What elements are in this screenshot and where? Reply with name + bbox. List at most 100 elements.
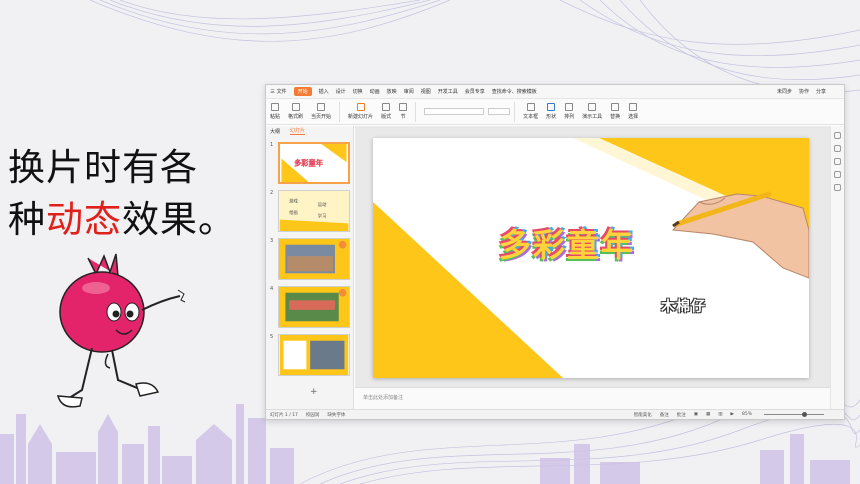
thumbnail-preview: 多彩童年 [281, 144, 347, 182]
missing-font-button[interactable]: 缺失字体 [327, 412, 345, 418]
tab-slides[interactable]: 幻灯片 [290, 127, 306, 135]
comments-toggle[interactable]: 批注 [677, 412, 686, 418]
slide-thumbnail-1[interactable]: 多彩童年 [278, 142, 350, 184]
reading-view-icon[interactable]: ▥ [718, 412, 722, 417]
slide-title-text[interactable]: 多彩童年 [499, 220, 635, 266]
panel-tabs: 大纲 幻灯片 [266, 126, 353, 136]
menu-tab-transitions[interactable]: 切换 [353, 88, 363, 95]
select-label: 选择 [628, 114, 639, 120]
slide-thumbnail-2[interactable]: 游戏 运动 绘画 学习 [278, 190, 350, 232]
text-box-icon [526, 103, 535, 111]
tab-outline[interactable]: 大纲 [270, 128, 280, 135]
zoom-slider-handle[interactable] [802, 412, 807, 417]
slide-editing-canvas: 多彩童年 木棉仔 [355, 126, 830, 387]
menu-bar: 三 文件 开始 插入 设计 切换 动画 放映 审阅 视图 开发工具 会员专享 查… [266, 85, 844, 99]
help-icon[interactable] [834, 171, 841, 178]
slide-thumbnail-3[interactable] [278, 238, 350, 280]
arrange-button[interactable]: 排列 [564, 103, 574, 120]
settings-icon[interactable] [834, 184, 841, 191]
presentation-app-window: 三 文件 开始 插入 设计 切换 动画 放映 审阅 视图 开发工具 会员专享 查… [265, 84, 845, 420]
menu-right-group: 未同步 协作 分享 [777, 88, 833, 95]
smart-beautify-button[interactable]: 智能美化 [634, 412, 652, 418]
menu-tab-member[interactable]: 会员专享 [465, 88, 485, 95]
menu-tab-slideshow[interactable]: 放映 [387, 88, 397, 95]
normal-view-icon[interactable]: ▣ [694, 412, 698, 417]
beautify-icon[interactable] [834, 158, 841, 165]
play-slideshow-icon[interactable]: ▶ [731, 412, 734, 417]
pomegranate-mascot-illustration [56, 253, 186, 408]
slide-number: 3 [270, 238, 274, 244]
ribbon-separator [339, 101, 341, 122]
menu-tab-home[interactable]: 开始 [293, 87, 312, 96]
thumb2-text: 游戏 [289, 197, 298, 204]
slide-number: 2 [270, 190, 274, 196]
paste-label: 粘贴 [270, 114, 281, 120]
shape-button[interactable]: 形状 [546, 103, 556, 120]
brush-icon [291, 103, 300, 111]
menu-tab-animation[interactable]: 动画 [370, 88, 380, 95]
zoom-level[interactable]: 85% [742, 412, 752, 417]
slide-number: 1 [270, 142, 274, 148]
play-icon [317, 103, 326, 111]
tools-label: 演示工具 [582, 114, 603, 120]
search-commands[interactable]: 查找命令、搜索模板 [492, 88, 537, 95]
menu-tab-review[interactable]: 审阅 [404, 88, 414, 95]
font-size-dropdown[interactable] [488, 108, 511, 115]
text-box-button[interactable]: 文本框 [523, 103, 538, 120]
caption-text: 种 [8, 198, 46, 241]
thumb2-text: 学习 [318, 213, 327, 220]
replace-label: 替换 [610, 114, 621, 120]
animation-pane-icon[interactable] [834, 145, 841, 152]
replace-button[interactable]: 替换 [610, 103, 620, 120]
font-name-dropdown[interactable] [424, 108, 485, 115]
section-button[interactable]: 节 [399, 103, 408, 120]
notes-toggle[interactable]: 备注 [660, 412, 669, 418]
workspace: 大纲 幻灯片 1 多彩童年 2 游戏 运动 绘画 学习 3 4 5 + 多彩童年… [266, 126, 844, 409]
play-label: 当页开始 [311, 114, 332, 120]
svg-text:多彩童年: 多彩童年 [294, 159, 324, 168]
share-button[interactable]: 分享 [816, 88, 826, 95]
play-from-current-button[interactable]: 当页开始 [311, 103, 331, 120]
right-side-toolbar [830, 126, 844, 409]
presentation-tools-button[interactable]: 演示工具 [582, 103, 602, 120]
layout-button[interactable]: 版式 [381, 103, 391, 120]
slide-thumbnail-4[interactable] [278, 286, 350, 328]
menu-tab-design[interactable]: 设计 [336, 88, 346, 95]
thumb2-text: 运动 [318, 201, 327, 208]
slide-caption: 换片时有各 种动态效果。 [8, 142, 258, 246]
sync-status[interactable]: 未同步 [777, 88, 792, 95]
slide-subtitle-text[interactable]: 木棉仔 [661, 296, 706, 316]
menu-tab-insert[interactable]: 插入 [319, 88, 329, 95]
current-slide[interactable]: 多彩童年 木棉仔 [373, 138, 809, 378]
thumbnail-preview [285, 240, 347, 274]
menu-tab-view[interactable]: 视图 [421, 88, 431, 95]
property-icon[interactable] [834, 132, 841, 139]
notes-field[interactable]: 单击此处添加备注 [355, 387, 830, 409]
paste-button[interactable]: 粘贴 [270, 103, 280, 120]
arrange-label: 排列 [564, 114, 575, 120]
sorter-view-icon[interactable]: ▦ [706, 412, 710, 417]
slide-number: 4 [270, 286, 274, 292]
layout-icon [382, 103, 391, 111]
new-slide-button[interactable]: 新建幻灯片 [348, 103, 373, 120]
format-painter-button[interactable]: 格式刷 [288, 103, 303, 120]
file-menu[interactable]: 三 文件 [270, 88, 287, 95]
caption-line-1: 换片时有各 [8, 146, 198, 189]
menu-tab-developer[interactable]: 开发工具 [438, 88, 458, 95]
shape-icon [547, 103, 556, 111]
thumb2-text: 绘画 [289, 209, 298, 216]
slide-thumbnail-panel: 大纲 幻灯片 1 多彩童年 2 游戏 运动 绘画 学习 3 4 5 + [266, 126, 354, 409]
zoom-slider[interactable] [764, 412, 824, 417]
shape-label: 形状 [546, 114, 557, 120]
select-button[interactable]: 选择 [628, 103, 638, 120]
add-slide-button[interactable]: + [310, 387, 318, 397]
collaborate-button[interactable]: 协作 [799, 88, 809, 95]
caption-line-2: 种动态效果。 [8, 194, 258, 246]
slide-thumbnail-5[interactable] [278, 334, 350, 376]
replace-icon [611, 103, 620, 111]
caption-text: 效果。 [122, 198, 236, 241]
section-label: 节 [400, 114, 406, 120]
arrange-icon [565, 103, 574, 111]
tools-icon [588, 103, 597, 111]
caption-highlight: 动态 [46, 198, 122, 241]
